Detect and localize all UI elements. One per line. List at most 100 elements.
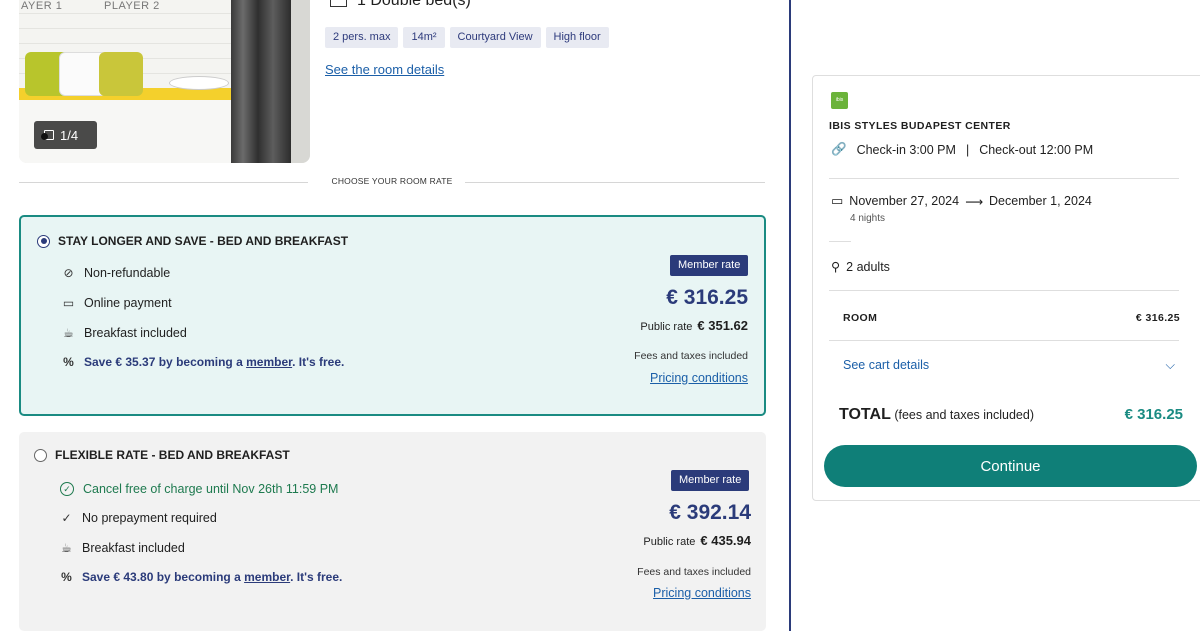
gallery-icon [41, 130, 54, 140]
photo-window [291, 0, 310, 163]
total-label: TOTAL (fees and taxes included) [839, 406, 1034, 424]
savings-suffix: . It's free. [290, 570, 343, 584]
total-line: TOTAL (fees and taxes included) € 316.25 [839, 406, 1183, 424]
rate-section-label: CHOOSE YOUR ROOM RATE [331, 176, 453, 186]
photo-wall-text: AYER 1 [21, 0, 63, 12]
room-tag: High floor [545, 27, 609, 48]
stay-dates: ▭ November 27, 2024 ⟶ December 1, 2024 [831, 193, 1092, 209]
rate-feature: ✓ No prepayment required [60, 511, 217, 525]
public-rate-label: Public rate [643, 536, 696, 548]
bed-icon [330, 0, 347, 7]
member-price: € 316.25 [666, 286, 748, 309]
total-label-text: TOTAL [839, 406, 891, 423]
rate-feature: ✓ Cancel free of charge until Nov 26th 1… [60, 482, 338, 496]
non-refundable-icon: ⊘ [63, 266, 74, 280]
member-price: € 392.14 [669, 501, 751, 524]
card-icon: ▭ [62, 296, 75, 310]
room-tag: 14m² [403, 27, 445, 48]
total-note: (fees and taxes included) [890, 408, 1034, 422]
public-rate: Public rate € 435.94 [643, 533, 751, 548]
calendar-icon: ▭ [831, 193, 844, 208]
savings-text: Save € 35.37 by becoming a member. It's … [84, 355, 344, 369]
bed-info: 1 Double bed(s) [330, 0, 471, 10]
chevron-down-icon[interactable]: ⌵ [1166, 358, 1175, 373]
rate-section-divider: CHOOSE YOUR ROOM RATE [19, 176, 765, 188]
photo-wall-text: PLAYER 2 [104, 0, 160, 12]
guests-text: 2 adults [846, 259, 890, 274]
guests: ⚲ 2 adults [831, 259, 890, 275]
person-icon: ⚲ [831, 260, 841, 274]
rate-feature: ▭ Online payment [62, 296, 172, 310]
photo-pillow [99, 52, 143, 96]
member-savings: % Save € 35.37 by becoming a member. It'… [62, 355, 344, 369]
percent-icon: % [63, 355, 74, 369]
hotel-name: IBIS STYLES BUDAPEST CENTER [829, 120, 1011, 132]
pricing-conditions-link[interactable]: Pricing conditions [653, 586, 751, 600]
savings-prefix: Save € 43.80 by becoming a [82, 570, 245, 584]
divider [829, 340, 1179, 341]
divider-line [465, 182, 765, 183]
rate-feature: ☕ Breakfast included [62, 326, 187, 340]
member-link[interactable]: member [246, 355, 292, 369]
checkout-text: Check-out 12:00 PM [979, 142, 1094, 157]
savings-prefix: Save € 35.37 by becoming a [84, 355, 247, 369]
checkin-separator: | [965, 142, 970, 157]
rate-title-text: FLEXIBLE RATE - BED AND BREAKFAST [55, 448, 290, 462]
rate-feature-text: Breakfast included [82, 541, 185, 555]
bed-text: 1 Double bed(s) [357, 0, 471, 9]
column-separator [789, 0, 791, 631]
checkin-info: 🔗 Check-in 3:00 PM | Check-out 12:00 PM [831, 142, 1093, 157]
room-tag: Courtyard View [449, 27, 541, 48]
rate-title-text: STAY LONGER AND SAVE - BED AND BREAKFAST [58, 234, 349, 248]
rate-card-stay-longer[interactable]: STAY LONGER AND SAVE - BED AND BREAKFAST… [19, 215, 766, 416]
room-price: € 316.25 [1135, 312, 1180, 324]
photo-gallery-button[interactable]: 1/4 [34, 121, 97, 149]
savings-suffix: . It's free. [292, 355, 345, 369]
pricing-conditions-link[interactable]: Pricing conditions [650, 371, 748, 385]
divider [829, 290, 1179, 291]
rate-title[interactable]: FLEXIBLE RATE - BED AND BREAKFAST [34, 448, 290, 462]
cart-link[interactable]: See cart details [843, 358, 929, 373]
member-rate-badge: Member rate [670, 255, 749, 276]
room-details-link[interactable]: See the room details [325, 62, 444, 77]
rate-feature: ⊘ Non-refundable [62, 266, 170, 280]
photo-counter: 1/4 [60, 127, 79, 143]
member-link[interactable]: member [244, 570, 290, 584]
link-icon: 🔗 [831, 142, 847, 156]
photo-table [169, 76, 229, 90]
rate-feature-text: Breakfast included [84, 326, 187, 340]
continue-button[interactable]: Continue [824, 445, 1197, 487]
member-savings: % Save € 43.80 by becoming a member. It'… [60, 570, 342, 584]
rate-card-flexible[interactable]: FLEXIBLE RATE - BED AND BREAKFAST ✓ Canc… [19, 432, 766, 631]
total-price: € 316.25 [1124, 406, 1183, 423]
check-circle-icon: ✓ [60, 482, 74, 496]
nights-count: 4 nights [850, 213, 886, 224]
room-line: ROOM € 316.25 [843, 312, 1180, 324]
fees-note: Fees and taxes included [634, 350, 748, 362]
room-tags: 2 pers. max 14m² Courtyard View High flo… [325, 27, 609, 48]
divider [829, 241, 851, 242]
room-tag: 2 pers. max [325, 27, 399, 48]
savings-text: Save € 43.80 by becoming a member. It's … [82, 570, 342, 584]
breakfast-icon: ☕ [63, 326, 74, 340]
radio-unselected-icon[interactable] [34, 448, 47, 462]
photo-curtain [231, 0, 291, 163]
rate-title[interactable]: STAY LONGER AND SAVE - BED AND BREAKFAST [37, 234, 348, 248]
booking-summary: ibis IBIS STYLES BUDAPEST CENTER 🔗 Check… [812, 75, 1200, 501]
rate-feature-text: Online payment [84, 296, 172, 310]
public-rate-label: Public rate [640, 321, 693, 333]
cart-details-toggle[interactable]: See cart details ⌵ [843, 358, 1175, 373]
rate-feature-text: Non-refundable [84, 266, 171, 280]
hotel-logo: ibis [831, 92, 848, 109]
member-rate-badge: Member rate [671, 470, 750, 491]
breakfast-icon: ☕ [61, 541, 72, 555]
room-photo[interactable]: AYER 1 PLAYER 2 1/4 [19, 0, 310, 163]
rate-feature-text: Cancel free of charge until Nov 26th 11:… [83, 482, 339, 496]
rate-feature-text: No prepayment required [82, 511, 217, 525]
radio-selected-icon[interactable] [37, 234, 50, 248]
divider [829, 178, 1179, 179]
date-to: December 1, 2024 [989, 194, 1092, 208]
fees-note: Fees and taxes included [637, 566, 751, 578]
rate-feature: ☕ Breakfast included [60, 541, 185, 555]
percent-icon: % [61, 570, 72, 584]
